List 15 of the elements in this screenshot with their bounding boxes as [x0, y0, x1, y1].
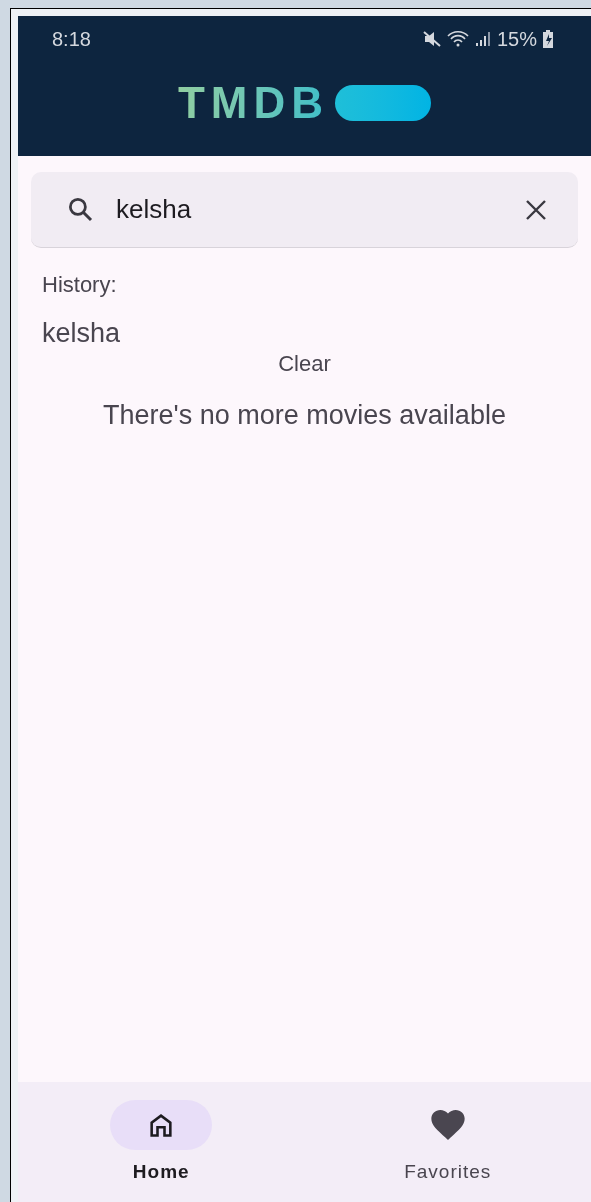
mute-icon	[422, 31, 441, 47]
nav-label[interactable]: Home	[132, 1158, 190, 1187]
status-time: 8:18	[52, 27, 91, 52]
battery-icon	[543, 30, 553, 48]
history-label: History:	[42, 271, 118, 299]
battery-percent: 15%	[496, 27, 537, 52]
nav-tab[interactable]	[110, 1100, 213, 1150]
close-icon[interactable]	[524, 197, 548, 222]
wifi-icon	[446, 31, 469, 47]
search-field[interactable]: kelsha	[31, 172, 578, 248]
history-item[interactable]: kelsha	[42, 317, 121, 351]
empty-message: There's no more movies available	[103, 398, 506, 432]
signal-icon	[474, 31, 491, 47]
nav-label[interactable]: Favorites	[404, 1158, 492, 1187]
clear-button[interactable]: Clear	[278, 350, 331, 377]
